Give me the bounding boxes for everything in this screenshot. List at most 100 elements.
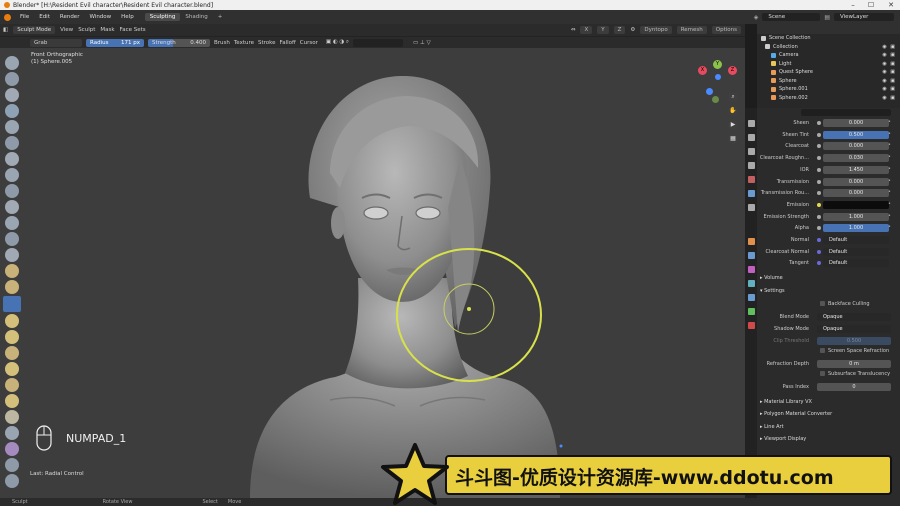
outliner-item[interactable]: Quest Sphere ◉ ▣: [757, 68, 900, 77]
gizmo-neg-axis-icon[interactable]: [706, 88, 713, 95]
rotate-brush-icon[interactable]: [5, 394, 19, 408]
visibility-eye-icon[interactable]: ◉ ▣: [882, 78, 896, 84]
outliner-item[interactable]: Sphere.001 ◉ ▣: [757, 85, 900, 94]
workspace-tab-sculpting[interactable]: Sculpting: [144, 13, 181, 21]
remesh-dropdown[interactable]: Remesh: [676, 26, 707, 34]
elastic-deform-brush-icon[interactable]: [5, 314, 19, 328]
keyframe-dot-icon[interactable]: •: [888, 189, 891, 195]
property-value-field[interactable]: 1.000: [823, 212, 889, 221]
brush-menu[interactable]: Brush: [214, 40, 230, 46]
keyframe-dot-icon[interactable]: •: [888, 131, 891, 137]
fill-brush-icon[interactable]: [5, 232, 19, 246]
polygon-material-converter-panel[interactable]: ▸ Polygon Material Converter: [760, 411, 832, 417]
zoom-icon[interactable]: ⌕: [728, 92, 738, 102]
wrench-icon[interactable]: ⚙: [630, 27, 635, 33]
search-field[interactable]: [353, 38, 404, 47]
property-value-field[interactable]: Default: [823, 259, 889, 268]
editor-type-icon[interactable]: ◧: [3, 27, 8, 33]
visibility-eye-icon[interactable]: ◉ ▣: [882, 95, 896, 101]
add-workspace-button[interactable]: +: [213, 13, 228, 21]
property-value-field[interactable]: Default: [823, 247, 889, 256]
socket-dot-icon[interactable]: [817, 249, 821, 254]
close-button[interactable]: ✕: [884, 0, 898, 10]
visibility-eye-icon[interactable]: ◉ ▣: [882, 61, 896, 67]
blob-brush-icon[interactable]: [5, 168, 19, 182]
outliner-item[interactable]: Sphere.002 ◉ ▣: [757, 94, 900, 103]
keyframe-dot-icon[interactable]: •: [888, 119, 891, 125]
outliner-item[interactable]: Sphere ◉ ▣: [757, 77, 900, 86]
visibility-eye-icon[interactable]: ◉ ▣: [882, 52, 896, 58]
gizmo-center-icon[interactable]: [715, 74, 721, 80]
physics-tab-icon[interactable]: [748, 280, 755, 287]
clay-strips-brush-icon[interactable]: [5, 104, 19, 118]
layer-brush-icon[interactable]: [5, 136, 19, 150]
menu-edit[interactable]: Edit: [34, 14, 55, 20]
pinch-brush-icon[interactable]: [5, 280, 19, 294]
socket-dot-icon[interactable]: [817, 167, 821, 172]
socket-dot-icon[interactable]: [817, 238, 821, 242]
nudge-brush-icon[interactable]: [5, 378, 19, 392]
collection-tab-icon[interactable]: [748, 204, 755, 211]
property-value-field[interactable]: 1.450: [823, 165, 889, 174]
visibility-eye-icon[interactable]: ◉ ▣: [882, 69, 896, 75]
mask-brush-icon[interactable]: [5, 458, 19, 472]
gizmo-neg-y-axis-icon[interactable]: [712, 96, 719, 103]
draw-sharp-brush-icon[interactable]: [5, 72, 19, 86]
strength-slider[interactable]: Strength 0.400: [148, 38, 210, 47]
view-layer-selector[interactable]: ViewLayer: [834, 13, 894, 21]
maximize-button[interactable]: ☐: [864, 0, 878, 10]
multiplane-scrape-brush-icon[interactable]: [5, 264, 19, 278]
clay-thumb-brush-icon[interactable]: [5, 120, 19, 134]
particles-tab-icon[interactable]: [748, 266, 755, 273]
box-mask-icon[interactable]: [5, 474, 19, 488]
keyframe-dot-icon[interactable]: •: [888, 201, 891, 207]
blender-menu-icon[interactable]: [4, 13, 11, 21]
crease-brush-icon[interactable]: [5, 184, 19, 198]
view-shading-icons[interactable]: ▭ ⊥ ▽: [413, 40, 431, 46]
volume-panel-header[interactable]: ▸ Volume: [760, 275, 783, 281]
keyframe-dot-icon[interactable]: •: [888, 178, 891, 184]
socket-dot-icon[interactable]: [817, 179, 821, 184]
workspace-tab-shading[interactable]: Shading: [180, 13, 212, 21]
texture-menu[interactable]: Texture: [234, 40, 254, 46]
snake-hook-brush-icon[interactable]: [5, 330, 19, 344]
socket-dot-icon[interactable]: [817, 156, 821, 161]
pan-hand-icon[interactable]: ✋: [728, 106, 738, 116]
modifier-tab-icon[interactable]: [748, 252, 755, 259]
menu-render[interactable]: Render: [55, 14, 85, 20]
stroke-menu[interactable]: Stroke: [258, 40, 276, 46]
world-tab-icon[interactable]: [748, 190, 755, 197]
inflate-brush-icon[interactable]: [5, 152, 19, 166]
line-art-panel[interactable]: ▸ Line Art: [760, 424, 784, 430]
property-value-field[interactable]: 0.000: [823, 119, 889, 127]
subsurface-translucency-checkbox[interactable]: Subsurface Translucency: [820, 371, 890, 377]
scene-selector[interactable]: Scene: [762, 13, 821, 21]
socket-dot-icon[interactable]: [817, 226, 821, 231]
blend-mode-dropdown[interactable]: Opaque: [817, 313, 891, 321]
mode-selector[interactable]: Sculpt Mode: [13, 26, 56, 34]
material-tab-icon[interactable]: [748, 322, 755, 329]
settings-panel-header[interactable]: ▾ Settings: [760, 288, 785, 294]
refraction-depth-field[interactable]: 0 m: [817, 360, 891, 368]
flatten-brush-icon[interactable]: [5, 216, 19, 230]
constraints-tab-icon[interactable]: [748, 294, 755, 301]
dyntopo-dropdown[interactable]: Dyntopo: [640, 26, 672, 34]
gizmo-x-axis-icon[interactable]: X: [698, 66, 707, 75]
menu-window[interactable]: Window: [84, 14, 116, 20]
property-value-field[interactable]: 1.000: [823, 224, 889, 233]
axis-x-toggle[interactable]: X: [580, 26, 593, 34]
socket-dot-icon[interactable]: [817, 144, 821, 149]
property-value-field[interactable]: [823, 200, 889, 209]
outliner-item[interactable]: Collection ◉ ▣: [757, 43, 900, 52]
keyframe-dot-icon[interactable]: •: [888, 213, 891, 219]
property-value-field[interactable]: 0.030: [823, 154, 889, 163]
object-tab-icon[interactable]: [748, 238, 755, 245]
cursor-menu[interactable]: Cursor: [300, 40, 318, 46]
axis-y-toggle[interactable]: Y: [597, 26, 609, 34]
boundary-brush-icon[interactable]: [5, 426, 19, 440]
socket-dot-icon[interactable]: [817, 202, 821, 207]
axis-z-toggle[interactable]: Z: [613, 26, 626, 34]
pass-index-field[interactable]: 0: [817, 383, 891, 391]
properties-search[interactable]: [801, 109, 891, 116]
thumb-brush-icon[interactable]: [5, 346, 19, 360]
